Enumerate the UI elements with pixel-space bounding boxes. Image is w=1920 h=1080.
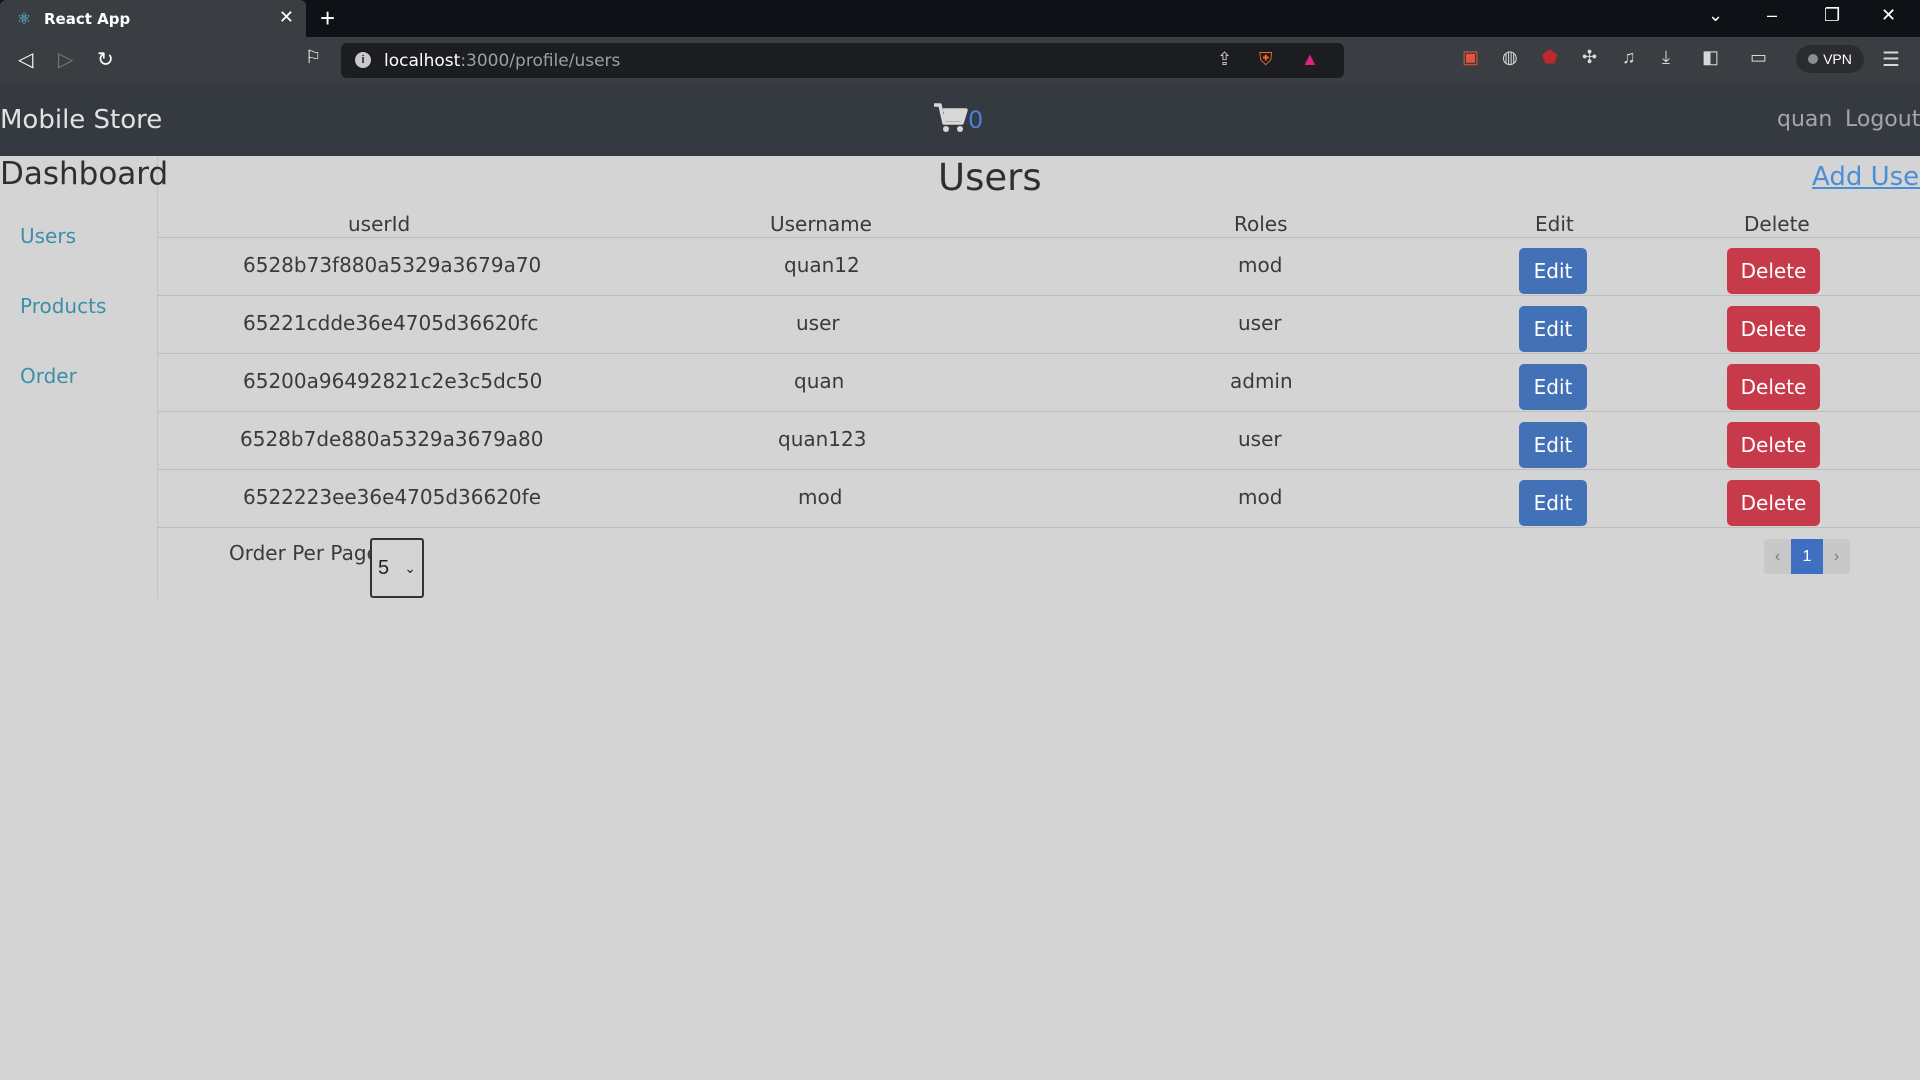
cell-roles: user xyxy=(1238,427,1282,451)
table-row: 65200a96492821c2e3c5dc50 quan admin Edit… xyxy=(158,354,1920,412)
header-delete: Delete xyxy=(1744,212,1810,236)
cell-roles: mod xyxy=(1238,253,1283,277)
tab-title: React App xyxy=(44,9,131,28)
site-info-icon[interactable]: i xyxy=(355,52,371,68)
delete-button[interactable]: Delete xyxy=(1727,306,1820,352)
table-row: 6528b7de880a5329a3679a80 quan123 user Ed… xyxy=(158,412,1920,470)
app-navbar: Mobile Store 0 quan Logout xyxy=(0,85,1920,156)
pagination: ‹ 1 › xyxy=(1764,539,1850,574)
brand-link[interactable]: Mobile Store xyxy=(0,105,162,135)
browser-tab-bar: ⚛ React App ✕ + ⌄ – ❐ ✕ xyxy=(0,0,1920,37)
wallet-icon[interactable]: ▭ xyxy=(1750,47,1767,68)
cell-userid: 6528b7de880a5329a3679a80 xyxy=(240,427,544,451)
new-tab-icon[interactable]: + xyxy=(320,3,335,34)
next-page-button[interactable]: › xyxy=(1823,539,1850,574)
react-icon: ⚛ xyxy=(16,10,32,28)
cart-link[interactable]: 0 xyxy=(934,103,983,133)
header-username: Username xyxy=(770,212,872,236)
table-header: userId Username Roles Edit Delete xyxy=(158,203,1920,238)
browser-toolbar: ◁ ▷ ↻ ⚐ i localhost:3000/profile/users ⇪… xyxy=(0,37,1920,85)
per-page-label: Order Per Page xyxy=(229,541,379,565)
bookmark-icon[interactable]: ⚐ xyxy=(305,47,321,68)
back-icon[interactable]: ◁ xyxy=(18,47,33,72)
per-page-value: 5 xyxy=(378,556,390,579)
cell-userid: 6528b73f880a5329a3679a70 xyxy=(243,253,542,277)
header-roles: Roles xyxy=(1234,212,1288,236)
sidebar-toggle-icon[interactable]: ◧ xyxy=(1702,47,1719,68)
sidebar-title: Dashboard xyxy=(0,156,169,192)
delete-button[interactable]: Delete xyxy=(1727,248,1820,294)
edit-button[interactable]: Edit xyxy=(1519,306,1587,352)
cell-username: user xyxy=(796,311,840,335)
sidebar-item-order[interactable]: Order xyxy=(20,364,77,388)
music-icon[interactable]: ♫ xyxy=(1622,47,1636,68)
sidebar-item-products[interactable]: Products xyxy=(20,294,106,318)
edit-button[interactable]: Edit xyxy=(1519,422,1587,468)
prev-page-button[interactable]: ‹ xyxy=(1764,539,1791,574)
cell-userid: 6522223ee36e4705d36620fe xyxy=(243,485,541,509)
cell-username: quan xyxy=(794,369,845,393)
minimize-icon[interactable]: – xyxy=(1767,5,1777,26)
sidebar-item-users[interactable]: Users xyxy=(20,224,76,248)
edit-button[interactable]: Edit xyxy=(1519,248,1587,294)
chevron-down-icon: ⌄ xyxy=(404,559,416,576)
forward-icon[interactable]: ▷ xyxy=(58,47,73,72)
close-tab-icon[interactable]: ✕ xyxy=(279,7,294,28)
close-window-icon[interactable]: ✕ xyxy=(1881,5,1896,26)
vpn-status-icon xyxy=(1808,54,1819,64)
reload-icon[interactable]: ↻ xyxy=(97,47,114,72)
cart-count: 0 xyxy=(968,106,984,134)
tab-list-chevron-icon[interactable]: ⌄ xyxy=(1708,5,1723,26)
menu-icon[interactable]: ☰ xyxy=(1882,47,1900,72)
vpn-button[interactable]: VPN xyxy=(1796,45,1864,73)
restore-icon[interactable]: ❐ xyxy=(1824,5,1840,26)
delete-button[interactable]: Delete xyxy=(1727,422,1820,468)
header-userid: userId xyxy=(348,212,411,236)
edit-button[interactable]: Edit xyxy=(1519,480,1587,526)
cell-userid: 65200a96492821c2e3c5dc50 xyxy=(243,369,543,393)
extension-icon[interactable]: ▣ xyxy=(1462,47,1479,68)
cell-roles: user xyxy=(1238,311,1282,335)
address-bar[interactable]: i localhost:3000/profile/users ⇪ ⛨ ▲ xyxy=(341,43,1344,78)
delete-button[interactable]: Delete xyxy=(1727,364,1820,410)
globe-icon[interactable]: ◍ xyxy=(1502,47,1518,68)
browser-tab[interactable]: ⚛ React App ✕ xyxy=(0,0,306,37)
users-table: userId Username Roles Edit Delete 6528b7… xyxy=(158,203,1920,528)
brave-shield-icon[interactable]: ⛨ xyxy=(1259,49,1273,70)
logout-link[interactable]: Logout xyxy=(1845,107,1920,132)
cell-username: quan12 xyxy=(784,253,860,277)
shopping-cart-icon xyxy=(934,103,968,132)
vpn-label: VPN xyxy=(1823,51,1852,67)
table-row: 6522223ee36e4705d36620fe mod mod Edit De… xyxy=(158,470,1920,528)
header-edit: Edit xyxy=(1535,212,1574,236)
page-title: Users xyxy=(938,156,1042,199)
table-row: 6528b73f880a5329a3679a70 quan12 mod Edit… xyxy=(158,238,1920,296)
table-row: 65221cdde36e4705d36620fc user user Edit … xyxy=(158,296,1920,354)
cell-username: quan123 xyxy=(778,427,867,451)
cell-userid: 65221cdde36e4705d36620fc xyxy=(243,311,539,335)
per-page-select[interactable]: 5 ⌄ xyxy=(370,538,424,598)
user-link[interactable]: quan xyxy=(1777,107,1832,132)
dashboard-sidebar: Dashboard Users Products Order xyxy=(0,156,168,598)
ublock-icon[interactable]: ⬟ xyxy=(1542,47,1558,68)
cell-roles: mod xyxy=(1238,485,1283,509)
page-button-current[interactable]: 1 xyxy=(1791,539,1823,574)
cell-username: mod xyxy=(798,485,843,509)
add-user-link[interactable]: Add User xyxy=(1812,162,1920,192)
puzzle-icon[interactable]: ✣ xyxy=(1582,47,1597,68)
delete-button[interactable]: Delete xyxy=(1727,480,1820,526)
brave-rewards-icon[interactable]: ▲ xyxy=(1301,49,1319,70)
edit-button[interactable]: Edit xyxy=(1519,364,1587,410)
share-icon[interactable]: ⇪ xyxy=(1217,49,1232,70)
url-text[interactable]: localhost:3000/profile/users xyxy=(384,51,620,71)
download-icon[interactable]: ⤓ xyxy=(1662,47,1670,68)
cell-roles: admin xyxy=(1230,369,1293,393)
